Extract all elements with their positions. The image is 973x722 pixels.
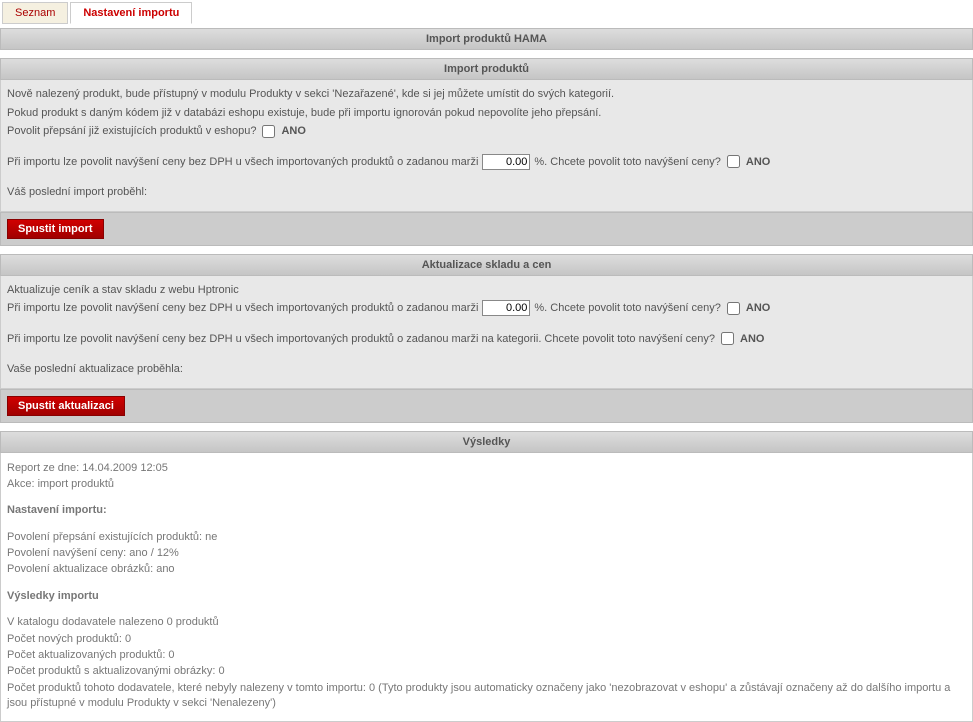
margin-label-post: %. Chcete povolit toto navýšení ceny?: [534, 154, 721, 171]
tab-list[interactable]: Seznam: [2, 2, 68, 24]
margin-checkbox[interactable]: [727, 155, 740, 168]
page-title: Import produktů HAMA: [0, 28, 973, 50]
section-results-body: Report ze dne: 14.04.2009 12:05 Akce: im…: [0, 453, 973, 722]
update-margin-ano: ANO: [746, 300, 770, 317]
tab-settings[interactable]: Nastavení importu: [70, 2, 192, 24]
result-s1: Povolení přepsání existujících produktů:…: [7, 530, 966, 545]
result-report-date: Report ze dne: 14.04.2009 12:05: [7, 461, 966, 476]
import-info-line1: Nově nalezený produkt, bude přístupný v …: [7, 86, 966, 103]
result-results-heading: Výsledky importu: [7, 589, 966, 604]
update-margin-cat-label: Při importu lze povolit navýšení ceny be…: [7, 331, 715, 348]
result-s2: Povolení navýšení ceny: ano / 12%: [7, 546, 966, 561]
last-update-label: Vaše poslední aktualizace proběhla:: [7, 361, 966, 378]
section-import-title: Import produktů: [0, 58, 973, 80]
import-button-bar: Spustit import: [0, 212, 973, 246]
result-s3: Povolení aktualizace obrázků: ano: [7, 562, 966, 577]
result-r4: Počet produktů s aktualizovanými obrázky…: [7, 664, 966, 679]
update-margin-cat-ano: ANO: [740, 331, 764, 348]
start-import-button[interactable]: Spustit import: [7, 219, 104, 239]
update-margin-cat-checkbox[interactable]: [721, 332, 734, 345]
update-margin-checkbox[interactable]: [727, 302, 740, 315]
overwrite-checkbox[interactable]: [262, 125, 275, 138]
overwrite-ano: ANO: [281, 123, 305, 140]
update-margin-label-pre: Při importu lze povolit navýšení ceny be…: [7, 300, 478, 317]
section-update-body: Aktualizuje ceník a stav skladu z webu H…: [0, 276, 973, 389]
result-action: Akce: import produktů: [7, 477, 966, 492]
margin-label-pre: Při importu lze povolit navýšení ceny be…: [7, 154, 478, 171]
result-r1: V katalogu dodavatele nalezeno 0 produkt…: [7, 615, 966, 630]
section-results-title: Výsledky: [0, 431, 973, 453]
result-settings-heading: Nastavení importu:: [7, 503, 966, 518]
margin-ano: ANO: [746, 154, 770, 171]
section-update-title: Aktualizace skladu a cen: [0, 254, 973, 276]
result-r3: Počet aktualizovaných produktů: 0: [7, 648, 966, 663]
overwrite-label: Povolit přepsání již existujících produk…: [7, 123, 256, 140]
update-info-line1: Aktualizuje ceník a stav skladu z webu H…: [7, 282, 966, 299]
tabs: Seznam Nastavení importu: [0, 0, 973, 24]
result-r5: Počet produktů tohoto dodavatele, které …: [7, 681, 966, 712]
last-import-label: Váš poslední import proběhl:: [7, 184, 966, 201]
margin-input[interactable]: [482, 154, 530, 170]
update-margin-label-post: %. Chcete povolit toto navýšení ceny?: [534, 300, 721, 317]
update-button-bar: Spustit aktualizaci: [0, 389, 973, 423]
result-r2: Počet nových produktů: 0: [7, 632, 966, 647]
start-update-button[interactable]: Spustit aktualizaci: [7, 396, 125, 416]
import-info-line2: Pokud produkt s daným kódem již v databá…: [7, 105, 966, 122]
section-import-body: Nově nalezený produkt, bude přístupný v …: [0, 80, 973, 212]
update-margin-input[interactable]: [482, 300, 530, 316]
